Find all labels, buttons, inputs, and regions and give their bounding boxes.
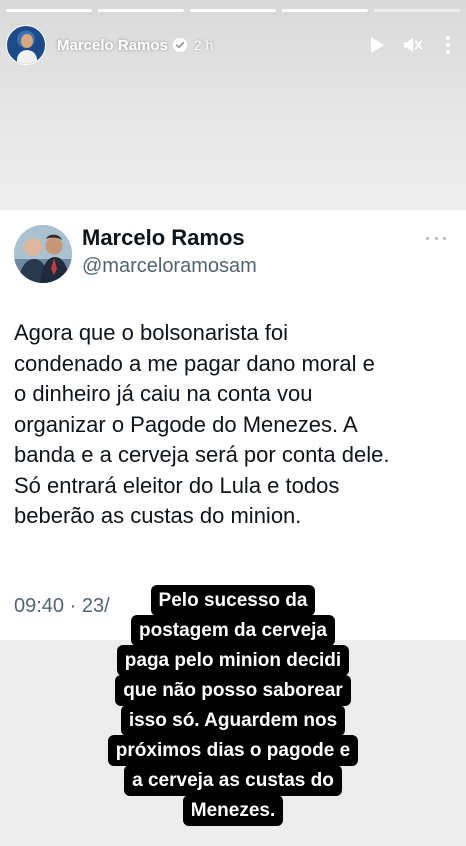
caption-line: paga pelo minion decidi bbox=[116, 645, 350, 676]
progress-fill bbox=[98, 9, 184, 12]
more-vertical-icon[interactable] bbox=[438, 34, 458, 56]
tweet-author-name[interactable]: Marcelo Ramos bbox=[82, 225, 245, 251]
tweet-line: beberão as custas do minion. bbox=[14, 503, 302, 528]
tweet-text: Agora que o bolsonarista foi condenado a… bbox=[14, 318, 454, 532]
dot bbox=[443, 236, 446, 240]
progress-fill bbox=[6, 9, 92, 12]
embedded-tweet: Marcelo Ramos @marceloramosam Agora que … bbox=[0, 210, 466, 640]
tweet-header: Marcelo Ramos @marceloramosam bbox=[14, 225, 452, 285]
play-icon[interactable] bbox=[366, 34, 388, 56]
more-horizontal-icon[interactable] bbox=[426, 231, 446, 245]
tweet-line: organizar o Pagode do Menezes. A bbox=[14, 411, 358, 437]
caption-line: postagem da cerveja bbox=[131, 615, 335, 646]
progress-segment bbox=[190, 9, 276, 12]
avatar[interactable] bbox=[6, 25, 46, 65]
progress-fill bbox=[190, 9, 276, 12]
caption-line: a cerveja as custas do bbox=[124, 765, 342, 796]
progress-segment bbox=[282, 9, 368, 12]
tweet-line: Só entrará eleitor do Lula e todos bbox=[14, 472, 340, 498]
story-timestamp: 2 h bbox=[193, 37, 214, 53]
tweet-line: condenado a me pagar dano moral e bbox=[14, 350, 375, 376]
story-header: Marcelo Ramos 2 h bbox=[6, 25, 460, 65]
dot bbox=[434, 236, 438, 240]
tweet-line: o dinheiro já caiu na conta vou bbox=[14, 381, 313, 406]
story-progress-bar bbox=[6, 9, 460, 12]
caption-line: que não posso saborear bbox=[115, 675, 351, 706]
story-user-name[interactable]: Marcelo Ramos bbox=[57, 37, 168, 54]
caption-sticker: Pelo sucesso da postagem da cerveja paga… bbox=[0, 585, 466, 826]
caption-line: próximos dias o pagode e bbox=[107, 735, 359, 766]
verified-badge-icon bbox=[172, 38, 187, 52]
progress-segment bbox=[6, 9, 92, 12]
caption-line: Pelo sucesso da bbox=[150, 585, 316, 616]
tweet-line: banda e a cerveja será por conta dele. bbox=[14, 442, 390, 467]
tweet-author-handle[interactable]: @marceloramosam bbox=[82, 255, 257, 278]
progress-segment bbox=[98, 9, 184, 12]
story-actions bbox=[366, 34, 460, 56]
tweet-avatar bbox=[14, 225, 72, 283]
progress-segment bbox=[374, 9, 460, 12]
speaker-muted-icon[interactable] bbox=[402, 34, 424, 56]
caption-line: Menezes. bbox=[182, 795, 284, 826]
caption-line: isso só. Aguardem nos bbox=[120, 705, 346, 736]
dot bbox=[426, 236, 429, 240]
progress-fill bbox=[282, 9, 368, 12]
tweet-line: Agora que o bolsonarista foi bbox=[14, 320, 288, 345]
